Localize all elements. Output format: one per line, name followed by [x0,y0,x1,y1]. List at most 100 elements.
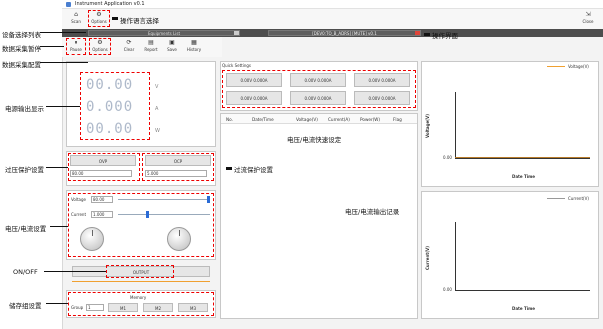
close-button[interactable]: ⇲ Close [578,10,598,27]
col-datetime: Date/Time [252,117,274,122]
clear-icon: ⟳ [126,39,132,46]
voltage-series-line [455,157,590,158]
app-icon [66,2,71,7]
voltage-legend: Voltage(V) [568,64,589,69]
callout-line [40,32,86,33]
callout-marker [112,17,118,20]
scan-icon: ⌂ [74,11,78,18]
power-unit: W [155,128,160,134]
voltage-y-tick: 0.00 [443,155,452,160]
options-button[interactable]: ⚙ Options [88,10,110,27]
voltage-setting-label: Voltage [71,197,87,202]
current-x-label: Date Time [512,306,536,311]
annotation-device-list: 设备选择列表 [2,31,41,39]
group-select[interactable]: 1 [86,304,104,311]
annotation-options: 操作语言选择 [120,17,159,25]
voltage-readout: 00.00 [86,77,134,93]
current-legend: Current(V) [568,196,589,201]
voltage-chart [421,61,599,187]
pause-button[interactable]: ⏸ Pause [66,38,86,55]
pause-icon: ⏸ [74,39,78,46]
save-icon: ▣ [169,39,175,46]
quick-set-button[interactable]: 0.00V 0.000A [226,91,282,105]
quick-set-button[interactable]: 0.00V 0.000A [290,91,346,105]
gear-icon: ⚙ [96,11,102,18]
annotation-vi-log: 电压/电流输出记录 [345,208,400,216]
m2-button[interactable]: M2 [143,303,173,312]
report-icon: ▤ [148,39,154,46]
current-readout: 0.000 [86,99,134,115]
scan-button[interactable]: ⌂ Scan [66,10,86,27]
m3-button[interactable]: M3 [178,303,208,312]
annotation-ovp: 过压保护设置 [5,166,44,174]
voltage-knob[interactable] [80,227,104,251]
quick-set-button[interactable]: 0.00V 0.000A [354,91,410,105]
callout-marker [424,33,430,36]
device-checkbox[interactable] [234,31,239,35]
col-voltage: Voltage(V) [296,117,318,122]
ocp-value-input[interactable]: 5.000 [145,170,207,177]
annotation-acq-pause: 数据采集暂停 [2,45,41,53]
current-legend-swatch [547,198,565,199]
current-setting-input[interactable]: 1.000 [91,211,113,218]
current-knob[interactable] [167,227,191,251]
log-table-header [221,114,417,124]
device-close-icon[interactable] [415,31,420,35]
col-flag: Flag [393,117,402,122]
m1-button[interactable]: M1 [108,303,138,312]
save-button[interactable]: ▣ Save [162,38,182,55]
callout-marker [226,167,232,170]
current-unit: A [155,106,159,112]
callout-line [46,106,80,107]
voltage-unit: V [155,84,159,90]
current-setting-label: Current [71,212,87,217]
voltage-setting-input[interactable]: 80.00 [91,196,113,203]
annotation-memory: 储存组设置 [9,302,42,310]
voltage-legend-swatch [547,66,565,67]
col-no: No. [226,117,233,122]
voltage-slider-track [118,199,210,200]
voltage-slider-handle[interactable] [207,196,210,203]
acq-options-button[interactable]: ⚙ Options [89,38,111,55]
power-readout: 00.00 [86,121,134,137]
annotation-ocp: 过流保护设置 [234,166,273,174]
annotation-vi-setting: 电压/电流设置 [5,225,47,233]
quick-set-button[interactable]: 0.00V 0.000A [290,73,346,87]
gear-icon: ⚙ [97,39,103,46]
output-highlight [106,265,174,278]
current-slider-track [118,214,210,215]
ovp-button[interactable]: OVP [70,155,136,166]
quick-set-button[interactable]: 0.00V 0.000A [226,73,282,87]
exit-icon: ⇲ [585,11,591,18]
current-y-tick: 0.00 [443,287,452,292]
output-indicator-line [72,281,210,282]
voltage-y-label: Voltage(V) [425,114,430,138]
memory-title: Memory [130,295,147,300]
ocp-button[interactable]: OCP [145,155,211,166]
annotation-onoff: ON/OFF [13,268,38,276]
current-slider-handle[interactable] [146,211,150,218]
callout-line [46,167,68,168]
callout-line [50,226,68,227]
voltage-x-label: Date Time [512,174,536,179]
ovp-value-input[interactable]: 80.00 [70,170,132,177]
annotation-acq-config: 数据采集配置 [2,61,41,69]
callout-line [40,46,64,47]
clear-button[interactable]: ⟳ Clear [119,38,139,55]
annotation-operation-ui: 操作界面 [432,32,458,40]
history-button[interactable]: ▦ History [184,38,204,55]
current-y-axis [455,222,456,290]
window-title: Instrument Application v0.1 [75,1,145,7]
current-x-axis [455,290,590,291]
current-chart [421,191,599,319]
col-current: Current(A) [328,117,350,122]
equipments-list-select[interactable]: Equipments List [88,30,240,36]
report-button[interactable]: ▤ Report [141,38,161,55]
annotation-quick-set: 电压/电流快速设定 [287,136,342,144]
quick-settings-title: Quick Settings [222,63,251,68]
voltage-x-axis [455,158,590,159]
quick-set-button[interactable]: 0.00V 0.000A [354,73,410,87]
history-icon: ▦ [191,39,197,46]
callout-line [40,62,88,63]
voltage-y-axis [455,92,456,158]
